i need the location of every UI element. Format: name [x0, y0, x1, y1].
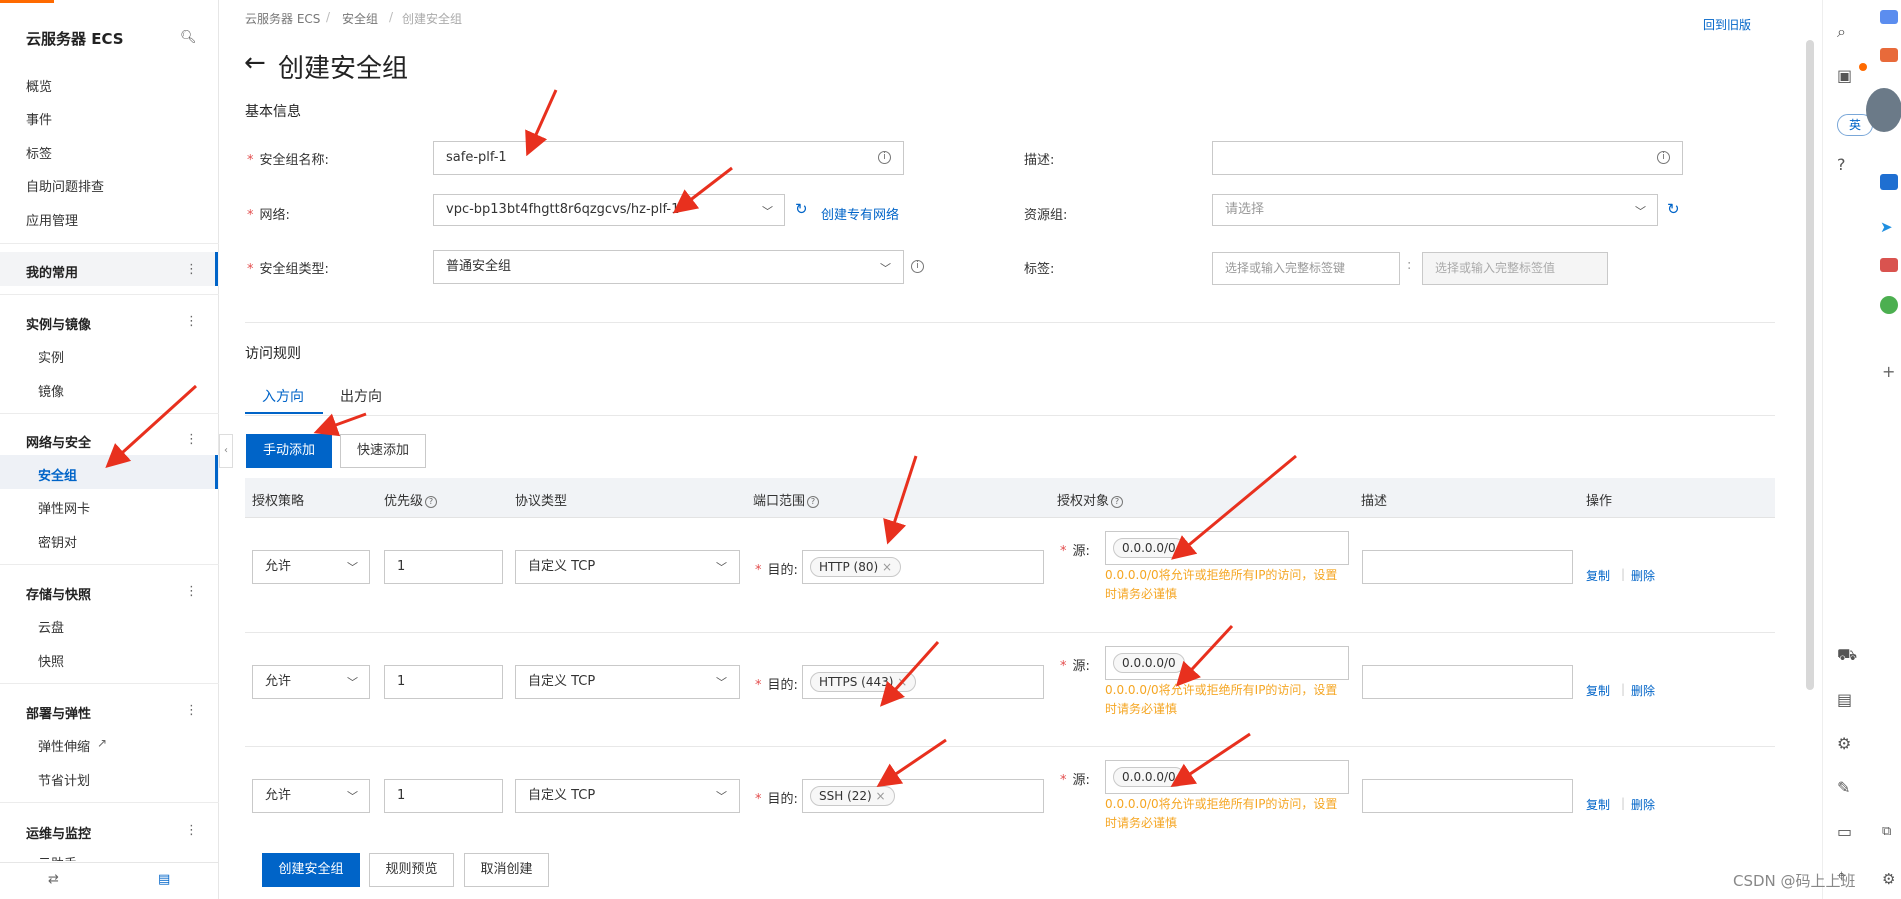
- annotation-arrows: [105, 89, 1297, 788]
- arrow-source-1: [1171, 454, 1297, 560]
- add-icon[interactable]: +: [1882, 362, 1895, 381]
- arrow-security-group-menu: [105, 384, 198, 469]
- chat-icon[interactable]: ▭: [1837, 822, 1852, 841]
- settings-icon[interactable]: ⚙: [1837, 734, 1851, 753]
- browser-sidebar: ➤ + ⧉ ⚙: [1866, 0, 1901, 899]
- arrow-port-2: [879, 640, 940, 707]
- screenshot-icon[interactable]: ⧉: [1882, 824, 1891, 839]
- arrow-manual-add: [313, 412, 367, 437]
- app-icon[interactable]: [1880, 296, 1898, 314]
- document-icon[interactable]: ▤: [1837, 690, 1852, 709]
- arrow-port-1: [883, 455, 918, 545]
- app-icon[interactable]: [1880, 10, 1898, 24]
- arrow-name: [525, 89, 558, 157]
- scroll-top-arrow[interactable]: [1808, 0, 1822, 14]
- arrow-source-3: [1170, 732, 1251, 787]
- arrow-network: [672, 166, 733, 214]
- notebook-icon[interactable]: ▣: [1837, 66, 1852, 85]
- edit-icon[interactable]: ✎: [1837, 778, 1850, 797]
- arrow-port-3: [876, 738, 947, 788]
- app-icon[interactable]: [1880, 258, 1898, 272]
- watermark: CSDN @码上上班: [1733, 872, 1856, 890]
- arrow-source-2: [1175, 624, 1234, 687]
- notification-dot: [1859, 63, 1867, 71]
- settings-icon[interactable]: ⚙: [1882, 870, 1895, 888]
- cart-icon[interactable]: ⛟: [1837, 645, 1857, 666]
- send-icon[interactable]: ➤: [1880, 218, 1893, 236]
- help-icon[interactable]: ?: [1837, 155, 1846, 174]
- outlook-icon[interactable]: [1880, 174, 1898, 190]
- right-toolbar: ⌕ ▣ 英 ? ⛟ ▤ ⚙ ✎ ▭ ⌖: [1822, 0, 1873, 899]
- search-icon[interactable]: ⌕: [1837, 22, 1846, 42]
- avatar[interactable]: [1866, 88, 1901, 132]
- toolbox-icon[interactable]: [1880, 48, 1898, 62]
